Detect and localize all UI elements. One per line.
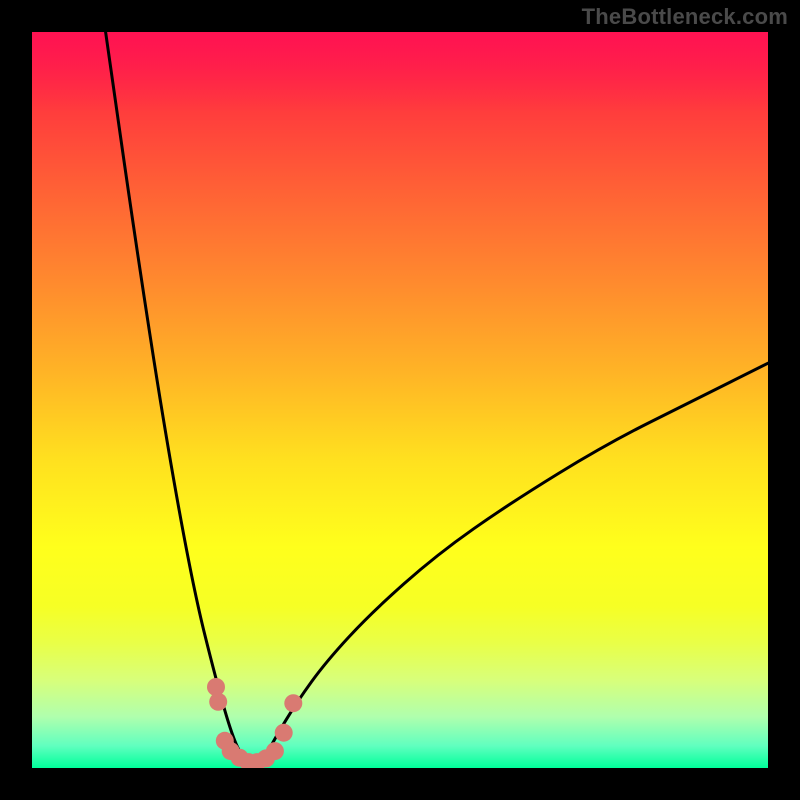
trough-dot: [275, 724, 293, 742]
trough-dot: [266, 742, 284, 760]
bottleneck-curve-path: [106, 32, 768, 763]
chart-frame: TheBottleneck.com: [0, 0, 800, 800]
curve-svg: [32, 32, 768, 768]
trough-dot: [209, 693, 227, 711]
plot-area: [32, 32, 768, 768]
trough-dot: [284, 694, 302, 712]
watermark-text: TheBottleneck.com: [582, 4, 788, 30]
trough-dots-group: [207, 678, 302, 768]
